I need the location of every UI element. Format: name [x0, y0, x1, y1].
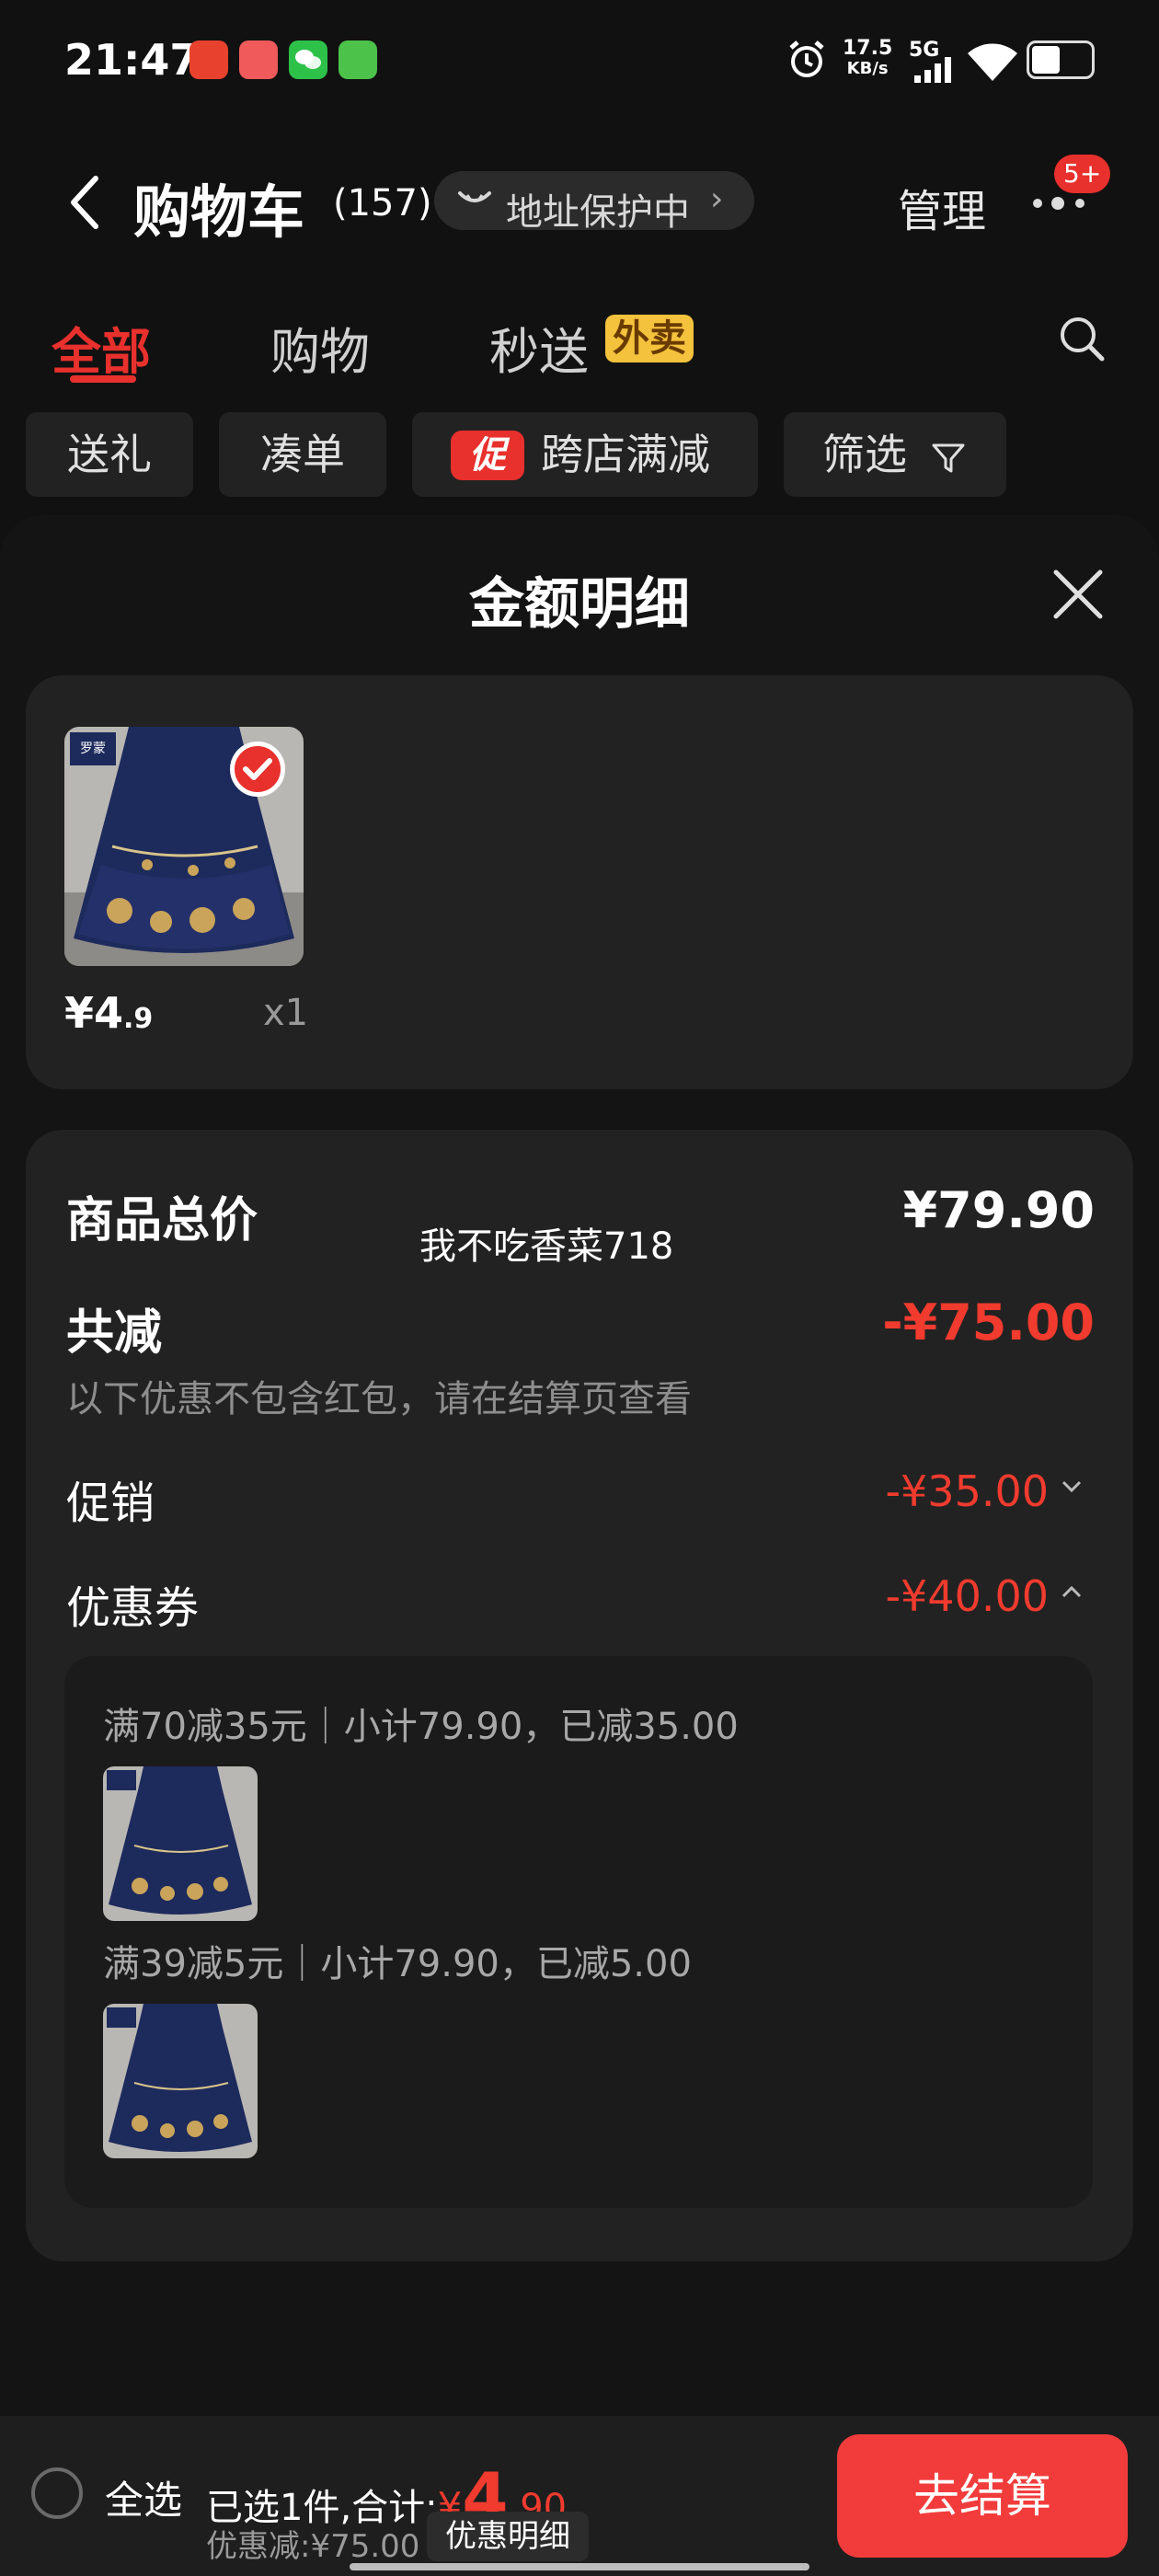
tab-all[interactable]: 全部 — [52, 311, 151, 384]
active-tab-indicator — [70, 375, 136, 383]
network-speed-value: 17.5 — [843, 37, 893, 60]
shield-icon — [454, 184, 495, 217]
item-price-int: ¥4 — [64, 988, 124, 1038]
filter-chip[interactable]: 筛选 — [784, 412, 1006, 497]
sheet-title: 金额明细 — [469, 572, 690, 637]
coupon-value[interactable]: -¥40.00 — [828, 1571, 1049, 1621]
network-speed-unit: KB/s — [846, 59, 889, 78]
total-price-value: ¥79.90 — [902, 1181, 1095, 1239]
cross-store-label: 跨店满减 — [541, 430, 710, 479]
coupon-detail-line: 满39减5元｜小计79.90，已减5.00 — [103, 1943, 692, 1985]
takeout-badge: 外卖 — [605, 315, 694, 362]
coupon-label[interactable]: 优惠券 — [66, 1571, 199, 1636]
total-price-label: 商品总价 — [66, 1193, 258, 1248]
close-button[interactable] — [1049, 565, 1107, 624]
address-protection-pill[interactable]: 地址保护中 › — [434, 171, 754, 234]
discount-value: -¥75.00 — [882, 1294, 1095, 1351]
item-quantity: x1 — [263, 992, 309, 1034]
app-icon-red — [189, 40, 228, 79]
app-icon-game — [239, 40, 278, 79]
chevron-right-icon: › — [710, 180, 724, 218]
battery-icon — [1027, 40, 1095, 79]
coupon-product-image[interactable] — [103, 1766, 258, 1921]
wechat-icon — [289, 40, 327, 79]
status-bar: 21:47 17.5 KB/s 5G — [0, 0, 1159, 129]
app-icon-green — [339, 40, 377, 79]
home-indicator[interactable] — [350, 2563, 809, 2570]
brand-logo-text: 罗蒙 — [80, 742, 106, 756]
coupon-product-image[interactable] — [103, 2004, 258, 2158]
chevron-up-icon[interactable] — [1058, 1577, 1085, 1614]
saved-amount: 优惠减:¥75.00 — [206, 2528, 420, 2565]
username-watermark: 我不吃香菜718 — [419, 1225, 674, 1268]
page-title: 购物车 — [133, 178, 305, 246]
cart-count: (157) — [333, 182, 432, 224]
back-button[interactable] — [63, 166, 109, 239]
network-speed: 17.5 KB/s — [843, 39, 892, 79]
promo-badge: 促 — [451, 431, 524, 480]
address-protection-label: 地址保护中 — [506, 191, 690, 234]
discount-label: 共减 — [66, 1305, 163, 1361]
item-price: ¥4.9 — [64, 988, 153, 1038]
close-icon — [1053, 569, 1103, 619]
notification-badge: 5+ — [1054, 155, 1111, 193]
filter-gift-chip[interactable]: 送礼 — [26, 412, 193, 497]
alarm-icon — [784, 37, 830, 83]
discount-note: 以下优惠不包含红包，请在结算页查看 — [66, 1378, 692, 1420]
promotion-value[interactable]: -¥35.00 — [828, 1466, 1049, 1516]
clock: 21:47 — [64, 35, 200, 85]
manage-button[interactable]: 管理 — [898, 175, 986, 239]
tab-shopping[interactable]: 购物 — [270, 311, 370, 384]
selected-check-icon[interactable] — [230, 742, 285, 797]
promotion-label[interactable]: 促销 — [66, 1466, 155, 1531]
chevron-down-icon[interactable] — [1058, 1472, 1085, 1509]
signal-bars-icon — [914, 57, 955, 83]
chevron-left-icon — [71, 176, 98, 229]
select-all-label[interactable]: 全选 — [105, 2469, 182, 2525]
select-all-radio[interactable] — [31, 2467, 83, 2519]
search-icon — [1061, 317, 1105, 362]
filter-label: 筛选 — [822, 430, 907, 479]
discount-detail-button[interactable]: 优惠明细 — [427, 2512, 589, 2561]
funnel-icon — [932, 443, 965, 472]
coupon-detail-line: 满70减35元｜小计79.90，已减35.00 — [103, 1706, 739, 1748]
tab-instant-delivery[interactable]: 秒送 — [489, 311, 589, 384]
filter-combine-chip[interactable]: 凑单 — [219, 412, 386, 497]
wifi-icon — [966, 39, 1019, 83]
filter-cross-store-chip[interactable]: 促 跨店满减 — [412, 412, 758, 497]
search-button[interactable] — [1056, 313, 1107, 364]
item-price-dec: .9 — [123, 1003, 154, 1035]
checkout-button[interactable]: 去结算 — [837, 2434, 1128, 2558]
